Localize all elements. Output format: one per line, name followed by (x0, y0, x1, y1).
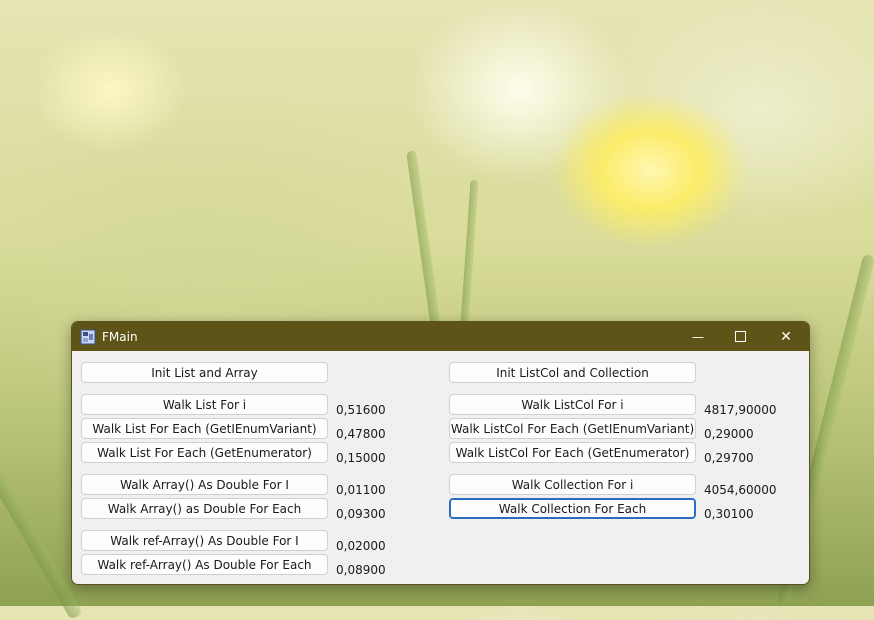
walk-array-double-foreach-button[interactable]: Walk Array() as Double For Each (81, 498, 328, 519)
walk-list-foreach-getienumvariant-button[interactable]: Walk List For Each (GetIEnumVariant) (81, 418, 328, 439)
title-bar[interactable]: FMain — ✕ (72, 322, 809, 351)
walk-list-foreach-getenumerator-button[interactable]: Walk List For Each (GetEnumerator) (81, 442, 328, 463)
app-icon (80, 329, 96, 344)
walk-list-for-i-value: 0,51600 (336, 403, 386, 417)
walk-collection-foreach-button[interactable]: Walk Collection For Each (449, 498, 696, 519)
walk-listcol-for-i-value: 4817,90000 (704, 403, 777, 417)
background-stem (406, 150, 444, 350)
init-listcol-and-collection-button[interactable]: Init ListCol and Collection (449, 362, 696, 383)
maximize-button[interactable] (717, 322, 763, 351)
walk-listcol-foreach-getenumerator-button[interactable]: Walk ListCol For Each (GetEnumerator) (449, 442, 696, 463)
walk-listcol-for-i-button[interactable]: Walk ListCol For i (449, 394, 696, 415)
walk-listcol-foreach-getenumerator-value: 0,29700 (704, 451, 754, 465)
walk-array-double-for-i-value: 0,01100 (336, 483, 386, 497)
walk-collection-foreach-value: 0,30100 (704, 507, 754, 521)
walk-list-foreach-getienumvariant-value: 0,47800 (336, 427, 386, 441)
walk-list-for-i-button[interactable]: Walk List For i (81, 394, 328, 415)
init-list-and-array-button[interactable]: Init List and Array (81, 362, 328, 383)
close-button[interactable]: ✕ (763, 322, 809, 351)
walk-list-foreach-getenumerator-value: 0,15000 (336, 451, 386, 465)
maximize-icon (734, 331, 746, 342)
walk-array-double-foreach-value: 0,09300 (336, 507, 386, 521)
close-icon: ✕ (780, 328, 792, 345)
minimize-icon: — (692, 329, 704, 344)
walk-ref-array-double-for-i-button[interactable]: Walk ref-Array() As Double For I (81, 530, 328, 551)
walk-listcol-foreach-getienumvariant-button[interactable]: Walk ListCol For Each (GetIEnumVariant) (449, 418, 696, 439)
walk-ref-array-double-for-i-value: 0,02000 (336, 539, 386, 553)
main-window: FMain — ✕ Init List and Array Walk List … (71, 321, 810, 585)
walk-ref-array-double-foreach-value: 0,08900 (336, 563, 386, 577)
walk-collection-for-i-value: 4054,60000 (704, 483, 777, 497)
walk-collection-for-i-button[interactable]: Walk Collection For i (449, 474, 696, 495)
minimize-button[interactable]: — (675, 322, 721, 351)
walk-array-double-for-i-button[interactable]: Walk Array() As Double For I (81, 474, 328, 495)
walk-listcol-foreach-getienumvariant-value: 0,29000 (704, 427, 754, 441)
background-stem (459, 179, 479, 341)
window-title: FMain (102, 329, 138, 344)
walk-ref-array-double-foreach-button[interactable]: Walk ref-Array() As Double For Each (81, 554, 328, 575)
